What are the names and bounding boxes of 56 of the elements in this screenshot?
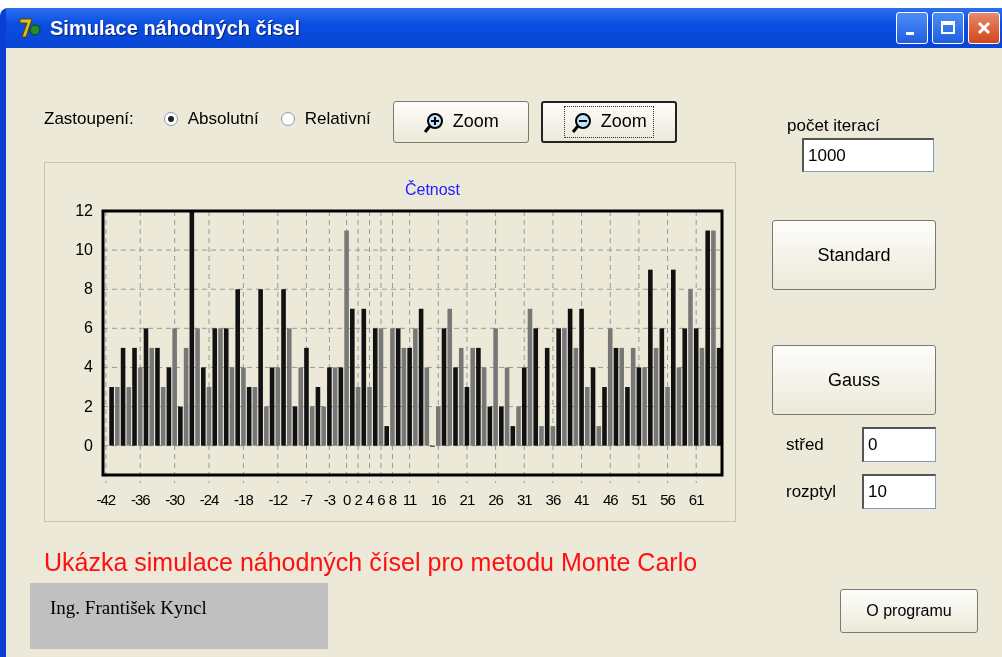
about-button[interactable]: O programu [840,589,978,633]
x-tick-label: 8 [388,491,397,508]
x-tick-label: 2 [354,491,362,508]
zoom-in-button[interactable]: Zoom [392,101,529,143]
x-tick-label: -18 [234,491,253,508]
y-tick-label: 8 [84,280,93,298]
x-tick-label: 46 [602,491,618,508]
x-tick-label: 56 [660,491,675,508]
y-tick-label: 0 [84,436,93,454]
y-tick-label: 12 [75,202,93,219]
parameter-field[interactable]: 0 [862,427,936,462]
x-tick-label: 31 [516,491,532,508]
x-tick-label: -12 [268,491,288,508]
x-tick-label: 16 [430,491,446,508]
chart-title: Četnost [404,181,461,198]
iterations-field[interactable]: 1000 [802,138,934,172]
x-tick-label: -7 [300,491,313,508]
representation-label: Zastoupení: [44,109,134,129]
parameter-field[interactable]: 10 [862,474,936,509]
x-tick-label: 51 [631,491,647,508]
radio-option[interactable]: Relativní [280,109,371,129]
x-tick-label: -3 [323,491,336,508]
action-button[interactable]: Standard [772,220,936,290]
minimize-button[interactable] [896,12,928,44]
close-button[interactable] [968,12,1000,44]
x-tick-label: 61 [688,491,704,508]
caption-text: Ukázka simulace náhodných čísel pro metodu Monte Carlo [44,548,699,577]
maximize-button[interactable] [932,12,964,44]
iterations-label: počet iterací [787,116,881,136]
y-tick-label: 2 [84,397,93,415]
parameter-label: střed [786,434,824,455]
zoom-out-button[interactable]: Zoom [540,101,677,143]
radio-option[interactable]: Absolutní [163,109,259,129]
x-tick-label: 4 [365,491,374,508]
author-name: Ing. František Kyncl [50,597,207,618]
parameter-label: rozptyl [786,481,837,502]
x-tick-label: 41 [574,491,589,508]
x-tick-label: 36 [545,491,561,508]
x-tick-label: 0 [342,491,351,508]
x-tick-label: -24 [199,491,219,508]
x-tick-label: -30 [165,491,184,508]
action-button[interactable]: Gauss [772,345,936,415]
x-tick-label: 26 [488,491,503,508]
x-tick-label: 6 [377,491,385,508]
radio-button[interactable] [163,112,178,126]
y-tick-label: 6 [84,319,93,337]
x-tick-label: -42 [96,491,116,508]
window-title: Simulace náhodných čísel [50,16,302,40]
x-tick-label: 11 [402,491,417,508]
x-tick-label: -36 [130,491,150,508]
y-tick-label: 4 [84,358,93,376]
x-tick-label: 21 [459,491,475,508]
y-tick-label: 10 [75,241,93,259]
radio-button[interactable] [280,112,295,126]
app-icon [18,16,42,40]
minimize-icon [906,31,914,35]
